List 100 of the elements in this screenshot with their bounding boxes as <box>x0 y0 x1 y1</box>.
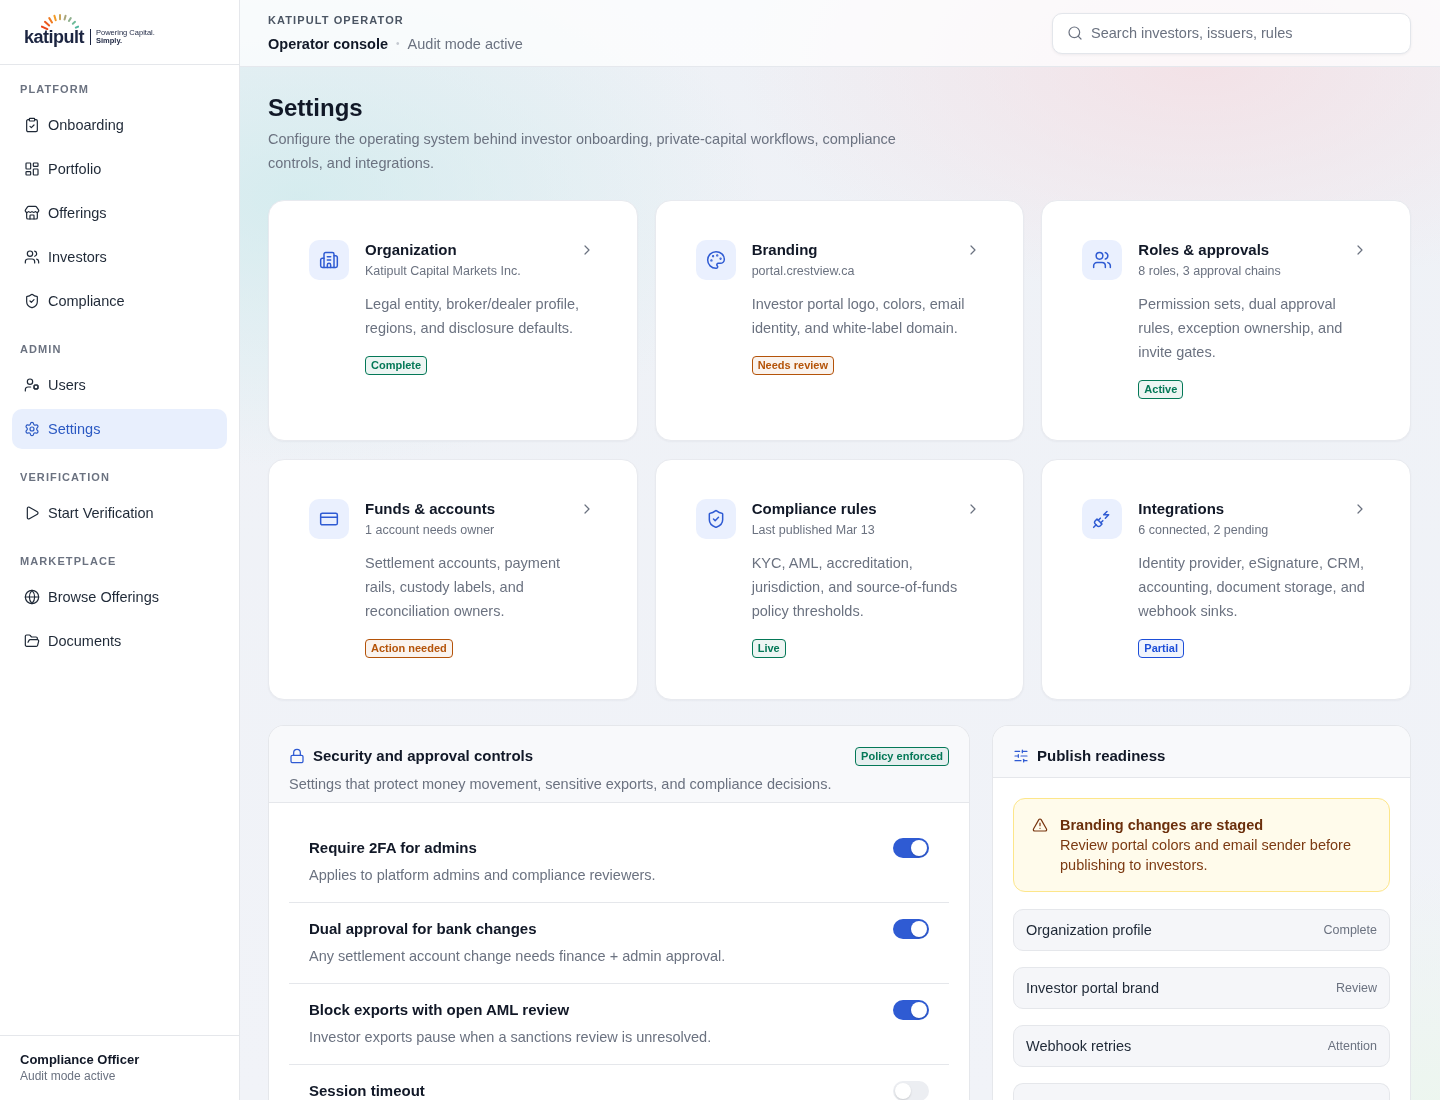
logo-rays-icon <box>41 13 79 30</box>
nav-item[interactable]: Settings <box>12 409 227 449</box>
search-field[interactable]: Search investors, issuers, rules <box>1052 12 1411 54</box>
clipboard-check-icon <box>24 117 40 133</box>
card-subtitle: 6 connected, 2 pending <box>1138 522 1269 539</box>
shield-check-icon <box>695 499 736 539</box>
settings-card[interactable]: Branding portal.crestview.ca Investor portal logo, colors, email identity, and white-label domain. Needs review <box>654 200 1025 441</box>
logo-wordmark: katipult <box>24 27 84 47</box>
card-subtitle: 1 account needs owner <box>365 522 495 539</box>
people-icon <box>1082 240 1123 280</box>
toggle-switch[interactable] <box>893 1081 929 1100</box>
toggle-switch[interactable] <box>893 838 929 858</box>
setting-title: Require 2FA for admins <box>309 839 478 857</box>
card-subtitle: portal.crestview.ca <box>751 263 855 280</box>
card-title: Integrations <box>1138 499 1225 519</box>
nav-item[interactable]: Compliance <box>12 281 227 321</box>
readiness-status: Review <box>1336 980 1377 996</box>
dashboard-icon <box>24 161 40 177</box>
page-title: Settings <box>268 93 364 123</box>
nav-item[interactable]: Documents <box>12 621 227 661</box>
panel-description: Settings that protect money movement, sensitive exports, and compliance decisions. <box>289 775 833 794</box>
panel-title: Security and approval controls <box>313 746 534 766</box>
nav-item[interactable]: Portfolio <box>12 149 227 189</box>
globe-icon <box>24 589 40 605</box>
card-title: Compliance rules <box>751 499 877 519</box>
toggle-switch[interactable] <box>893 919 929 939</box>
readiness-row[interactable]: Organization profile Complete <box>1013 909 1390 951</box>
readiness-row[interactable]: Investor portal brand Review <box>1013 967 1390 1009</box>
warning-icon <box>1032 817 1048 833</box>
storefront-icon <box>24 205 40 221</box>
card-description: Permission sets, dual approval rules, exception ownership, and invite gates. <box>1138 295 1344 362</box>
sliders-icon <box>1013 748 1029 764</box>
nav-item[interactable]: Users <box>12 365 227 405</box>
setting-title: Block exports with open AML review <box>309 1001 571 1019</box>
alert-title: Branding changes are staged <box>1060 816 1265 835</box>
card-description: Identity provider, eSignature, CRM, accounting, document storage, and webhook sinks. <box>1138 554 1366 621</box>
readiness-label: Organization profile <box>1026 921 1152 940</box>
card-description: Settlement accounts, payment rails, custody labels, and reconciliation owners. <box>365 554 562 621</box>
card-subtitle: Last published Mar 13 <box>751 522 875 539</box>
status-badge: Active <box>1138 380 1184 399</box>
status-badge: Complete <box>365 356 428 375</box>
nav-item[interactable]: Onboarding <box>12 105 227 145</box>
nav-item[interactable]: Offerings <box>12 193 227 233</box>
card-title: Funds & accounts <box>365 499 495 519</box>
readiness-status: Complete <box>1323 922 1377 938</box>
setting-title: Dual approval for bank changes <box>309 920 538 938</box>
people-icon <box>24 249 40 265</box>
lock-icon <box>289 748 305 764</box>
card-description: Investor portal logo, colors, email identity, and white-label domain. <box>751 295 966 338</box>
search-icon <box>1067 24 1083 41</box>
page-description: Configure the operating system behind investor onboarding, private-capital workflows, compliance controls, and integrations. <box>268 130 897 173</box>
panel-title: Publish readiness <box>1037 746 1166 766</box>
header-eyebrow: KATIPULT OPERATOR <box>268 13 405 27</box>
alert-message: Review portal colors and email sender before publishing to investors. <box>1060 836 1352 875</box>
readiness-row[interactable]: Webhook retries Attention <box>1013 1025 1390 1067</box>
card-subtitle: Katipult Capital Markets Inc. <box>365 263 521 280</box>
folder-icon <box>24 633 40 649</box>
nav-section-label: MARKETPLACE <box>19 554 118 569</box>
plug-icon <box>1082 499 1123 539</box>
shield-check-icon <box>24 293 40 309</box>
toggle-switch[interactable] <box>893 1000 929 1020</box>
settings-card[interactable]: Roles & approvals 8 roles, 3 approval chains Permission sets, dual approval rules, exception ownership, and invite gates. Active <box>1041 200 1411 441</box>
nav-section-label: ADMIN <box>19 342 63 357</box>
readiness-label: Investor portal brand <box>1026 979 1159 998</box>
credit-card-icon <box>309 499 349 539</box>
mode-status: Audit mode active <box>407 35 523 54</box>
card-description: KYC, AML, accreditation, jurisdiction, and source-of-funds policy thresholds. <box>751 554 959 621</box>
setting-title: Session timeout <box>309 1082 425 1100</box>
status-badge: Live <box>751 639 786 658</box>
readiness-label: Webhook retries <box>1026 1037 1132 1056</box>
play-icon <box>24 505 40 521</box>
settings-card[interactable]: Funds & accounts 1 account needs owner Settlement accounts, payment rails, custody labels, and reconciliation owners. Action needed <box>268 459 638 700</box>
setting-description: Applies to platform admins and compliance reviewers. <box>309 866 656 885</box>
nav-item[interactable]: Investors <box>12 237 227 277</box>
bullet-separator: • <box>396 37 400 51</box>
setting-description: Any settlement account change needs finance + admin approval. <box>309 947 726 966</box>
setting-description: Investor exports pause when a sanctions review is unresolved. <box>309 1028 712 1047</box>
card-subtitle: 8 roles, 3 approval chains <box>1138 263 1281 280</box>
readiness-status: Attention <box>1327 1038 1377 1054</box>
card-title: Organization <box>365 240 457 260</box>
user-status: Audit mode active <box>20 1068 117 1084</box>
user-gear-icon <box>24 377 40 393</box>
policy-badge: Policy enforced <box>855 746 949 766</box>
status-badge: Partial <box>1138 639 1184 658</box>
card-description: Legal entity, broker/dealer profile, regions, and disclosure defaults. <box>365 295 581 338</box>
nav-section-label: PLATFORM <box>19 82 91 97</box>
nav-item[interactable]: Browse Offerings <box>12 577 227 617</box>
palette-icon <box>695 240 736 280</box>
card-title: Branding <box>751 240 818 260</box>
settings-card[interactable]: Integrations 6 connected, 2 pending Identity provider, eSignature, CRM, accounting, document storage, and webhook sinks. Partial <box>1041 459 1411 700</box>
nav-section-label: VERIFICATION <box>19 470 111 485</box>
card-title: Roles & approvals <box>1138 240 1270 260</box>
settings-card[interactable]: Compliance rules Last published Mar 13 KYC, AML, accreditation, jurisdiction, and source-of-funds policy thresholds. Live <box>654 459 1025 700</box>
console-title: Operator console <box>268 35 389 54</box>
status-badge: Action needed <box>365 639 453 658</box>
nav-item[interactable]: Start Verification <box>12 493 227 533</box>
building-icon <box>309 240 349 280</box>
settings-card[interactable]: Organization Katipult Capital Markets Inc. Legal entity, broker/dealer profile, regions, and disclosure defaults. Complete <box>268 200 638 441</box>
user-name: Compliance Officer <box>20 1052 141 1068</box>
settings-icon <box>24 421 40 437</box>
